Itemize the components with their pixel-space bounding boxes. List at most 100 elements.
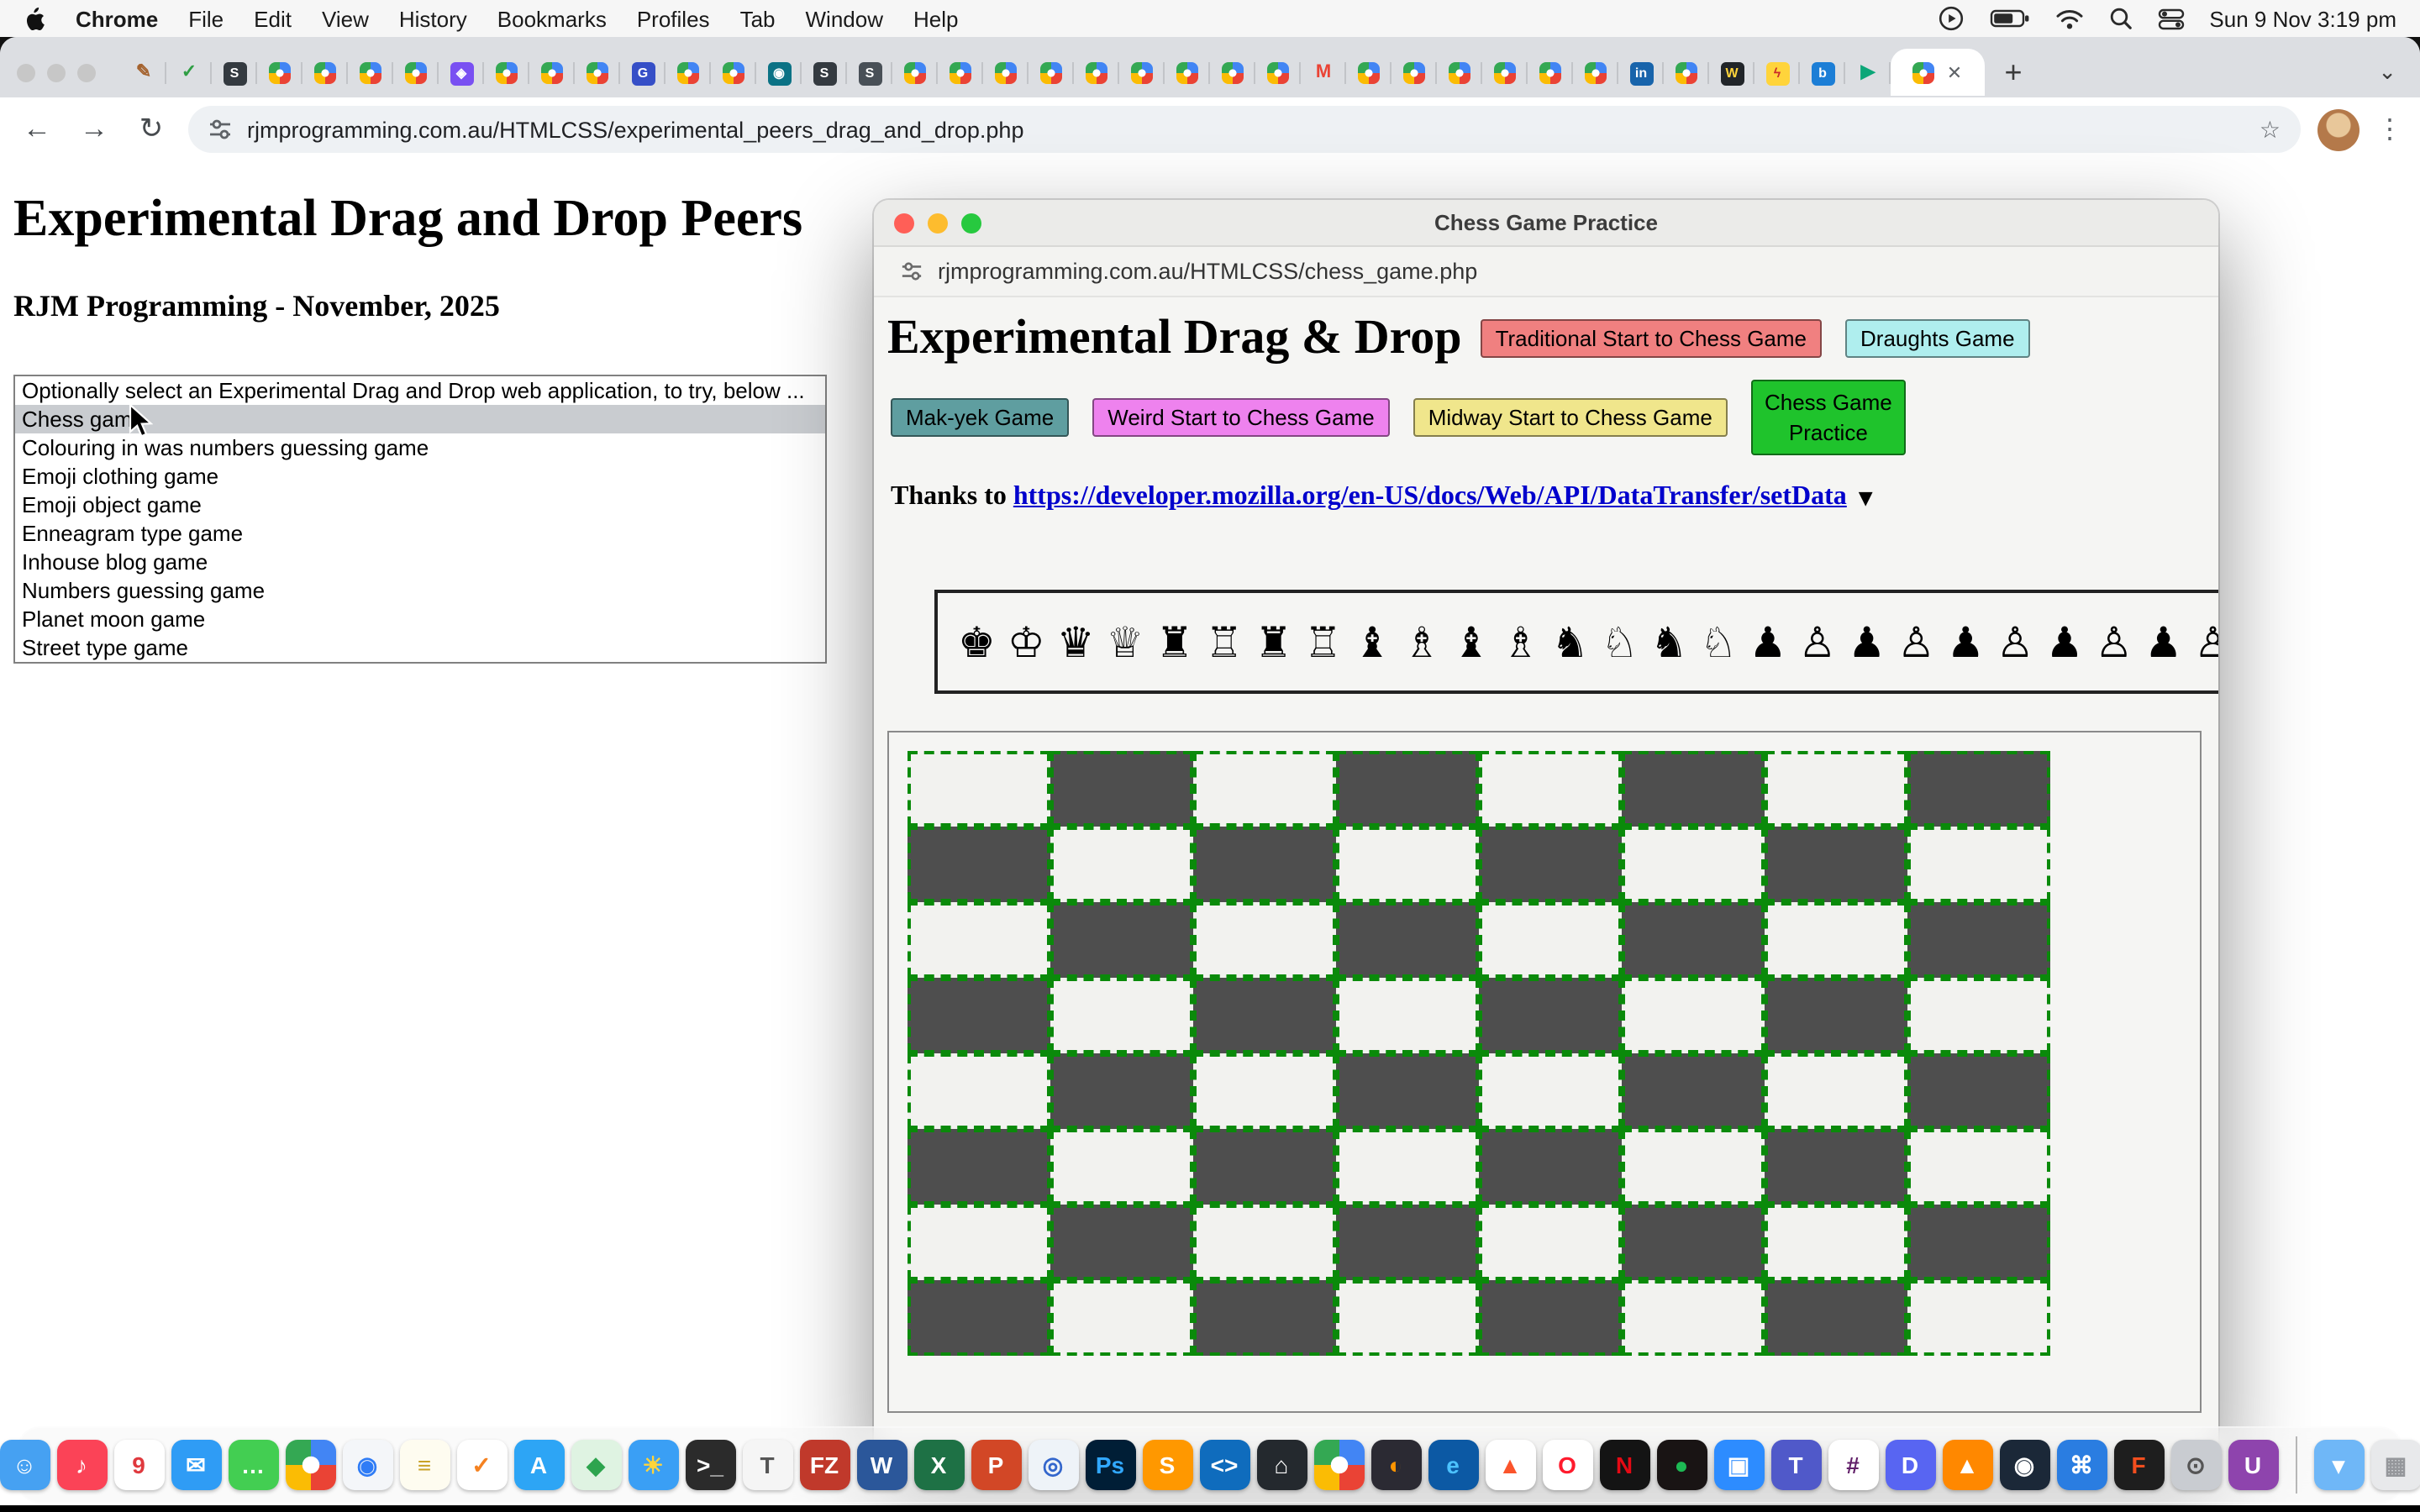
dock-vscode-icon[interactable]: <> (1199, 1440, 1249, 1490)
browser-tab[interactable] (938, 50, 983, 96)
board-cell-g2[interactable] (1765, 1205, 1907, 1280)
menu-item-view[interactable]: View (322, 6, 369, 31)
dock-messages-icon[interactable]: … (228, 1440, 278, 1490)
browser-tab[interactable]: in (1618, 50, 1664, 96)
browser-tab[interactable] (1074, 50, 1119, 96)
mak-yek-button[interactable]: Mak-yek Game (891, 398, 1069, 437)
window-minimize-button-inactive[interactable] (47, 63, 66, 81)
piece-black-pawn-1[interactable]: ♟ (1749, 621, 1787, 663)
dock-preview-icon[interactable]: ◎ (1028, 1440, 1078, 1490)
browser-tab[interactable]: ▶ (1845, 50, 1891, 96)
dock-slack-icon[interactable]: # (1828, 1440, 1878, 1490)
browser-menu-icon[interactable]: ⋮ (2376, 113, 2403, 146)
board-cell-d6[interactable] (1336, 902, 1479, 978)
dock-firefox-icon[interactable]: ◐ (1370, 1440, 1421, 1490)
board-cell-e5[interactable] (1479, 978, 1622, 1053)
board-cell-g8[interactable] (1765, 751, 1907, 827)
control-center-icon[interactable] (2157, 8, 2184, 29)
browser-tab[interactable] (1437, 50, 1482, 96)
board-cell-g6[interactable] (1765, 902, 1907, 978)
mozilla-setdata-link[interactable]: https://developer.mozilla.org/en-US/docs… (1013, 482, 1847, 511)
browser-tab[interactable]: S (212, 50, 257, 96)
popup-url-bar[interactable]: rjmprogramming.com.au/HTMLCSS/chess_game… (874, 247, 2218, 297)
piece-black-king[interactable]: ♚ (958, 621, 996, 663)
weird-start-button[interactable]: Weird Start to Chess Game (1092, 398, 1389, 437)
listbox-option-6[interactable]: Inhouse blog game (15, 548, 825, 576)
board-cell-f7[interactable] (1622, 827, 1765, 902)
browser-tab[interactable] (257, 50, 302, 96)
browser-tab[interactable]: ✎ (121, 50, 166, 96)
browser-tab[interactable]: S (802, 50, 847, 96)
board-cell-b8[interactable] (1050, 751, 1193, 827)
board-cell-d4[interactable] (1336, 1053, 1479, 1129)
browser-tab[interactable]: b (1800, 50, 1845, 96)
board-cell-c8[interactable] (1193, 751, 1336, 827)
listbox-option-3[interactable]: Emoji clothing game (15, 462, 825, 491)
piece-black-queen[interactable]: ♛ (1057, 621, 1095, 663)
browser-tab[interactable] (1255, 50, 1301, 96)
browser-tab[interactable] (1165, 50, 1210, 96)
browser-tab[interactable] (348, 50, 393, 96)
dock-reminders-icon[interactable]: ✓ (456, 1440, 507, 1490)
close-tab-icon[interactable]: ✕ (1947, 61, 1962, 83)
board-cell-f8[interactable] (1622, 751, 1765, 827)
piece-white-bishop-1[interactable]: ♗ (1403, 621, 1441, 663)
menu-app-name[interactable]: Chrome (76, 6, 158, 31)
board-cell-d7[interactable] (1336, 827, 1479, 902)
board-cell-f5[interactable] (1622, 978, 1765, 1053)
menu-item-file[interactable]: File (188, 6, 224, 31)
board-cell-b2[interactable] (1050, 1205, 1193, 1280)
board-cell-b3[interactable] (1050, 1129, 1193, 1205)
board-cell-a7[interactable] (908, 827, 1050, 902)
browser-tab[interactable]: ✓ (166, 50, 212, 96)
board-cell-c2[interactable] (1193, 1205, 1336, 1280)
menu-item-profiles[interactable]: Profiles (637, 6, 710, 31)
popup-url-text[interactable]: rjmprogramming.com.au/HTMLCSS/chess_game… (938, 259, 1477, 284)
dock-mail-icon[interactable]: ✉ (171, 1440, 221, 1490)
browser-tab[interactable] (484, 50, 529, 96)
bookmark-star-icon[interactable]: ☆ (2260, 115, 2281, 144)
piece-white-pawn-2[interactable]: ♙ (1897, 621, 1935, 663)
listbox-option-9[interactable]: Street type game (15, 633, 825, 662)
browser-tab[interactable] (1482, 50, 1528, 96)
back-button[interactable]: ← (17, 113, 57, 146)
board-cell-h7[interactable] (1907, 827, 2050, 902)
dock-sublime-icon[interactable]: S (1142, 1440, 1192, 1490)
board-cell-g7[interactable] (1765, 827, 1907, 902)
popup-site-settings-icon[interactable] (901, 260, 923, 282)
browser-tab[interactable] (711, 50, 756, 96)
menu-clock[interactable]: Sun 9 Nov 3:19 pm (2209, 6, 2396, 31)
dock-trash-icon[interactable]: ▦ (2370, 1440, 2420, 1490)
browser-tab[interactable]: G (620, 50, 666, 96)
dock-excel-icon[interactable]: X (913, 1440, 964, 1490)
browser-tab[interactable]: S (847, 50, 892, 96)
board-cell-d2[interactable] (1336, 1205, 1479, 1280)
board-cell-e4[interactable] (1479, 1053, 1622, 1129)
dock-terminal-icon[interactable]: >_ (685, 1440, 735, 1490)
board-cell-h5[interactable] (1907, 978, 2050, 1053)
url-bar[interactable]: rjmprogramming.com.au/HTMLCSS/experiment… (188, 106, 2301, 153)
browser-tab[interactable] (983, 50, 1028, 96)
listbox-option-5[interactable]: Enneagram type game (15, 519, 825, 548)
listbox-option-4[interactable]: Emoji object game (15, 491, 825, 519)
board-cell-b7[interactable] (1050, 827, 1193, 902)
browser-tab[interactable]: ◉ (756, 50, 802, 96)
piece-white-pawn-4[interactable]: ♙ (2095, 621, 2133, 663)
piece-white-pawn-1[interactable]: ♙ (1798, 621, 1836, 663)
piece-black-rook-1[interactable]: ♜ (1155, 621, 1193, 663)
board-cell-a3[interactable] (908, 1129, 1050, 1205)
dock-teams-icon[interactable]: T (1770, 1440, 1821, 1490)
board-cell-g1[interactable] (1765, 1280, 1907, 1356)
tab-search-chevron-icon[interactable]: ⌄ (2368, 59, 2407, 86)
listbox-option-7[interactable]: Numbers guessing game (15, 576, 825, 605)
dock-xcode-icon[interactable]: ⌘ (2056, 1440, 2107, 1490)
dock-notes-icon[interactable]: ≡ (399, 1440, 450, 1490)
dock-photoshop-icon[interactable]: Ps (1085, 1440, 1135, 1490)
browser-tab[interactable]: ◈ (439, 50, 484, 96)
piece-black-bishop-2[interactable]: ♝ (1452, 621, 1490, 663)
reload-button[interactable]: ↻ (131, 113, 171, 146)
piece-white-queen[interactable]: ♕ (1107, 621, 1144, 663)
listbox-option-8[interactable]: Planet moon game (15, 605, 825, 633)
dock-app-store-icon[interactable]: A (513, 1440, 564, 1490)
profile-avatar[interactable] (2317, 108, 2360, 150)
